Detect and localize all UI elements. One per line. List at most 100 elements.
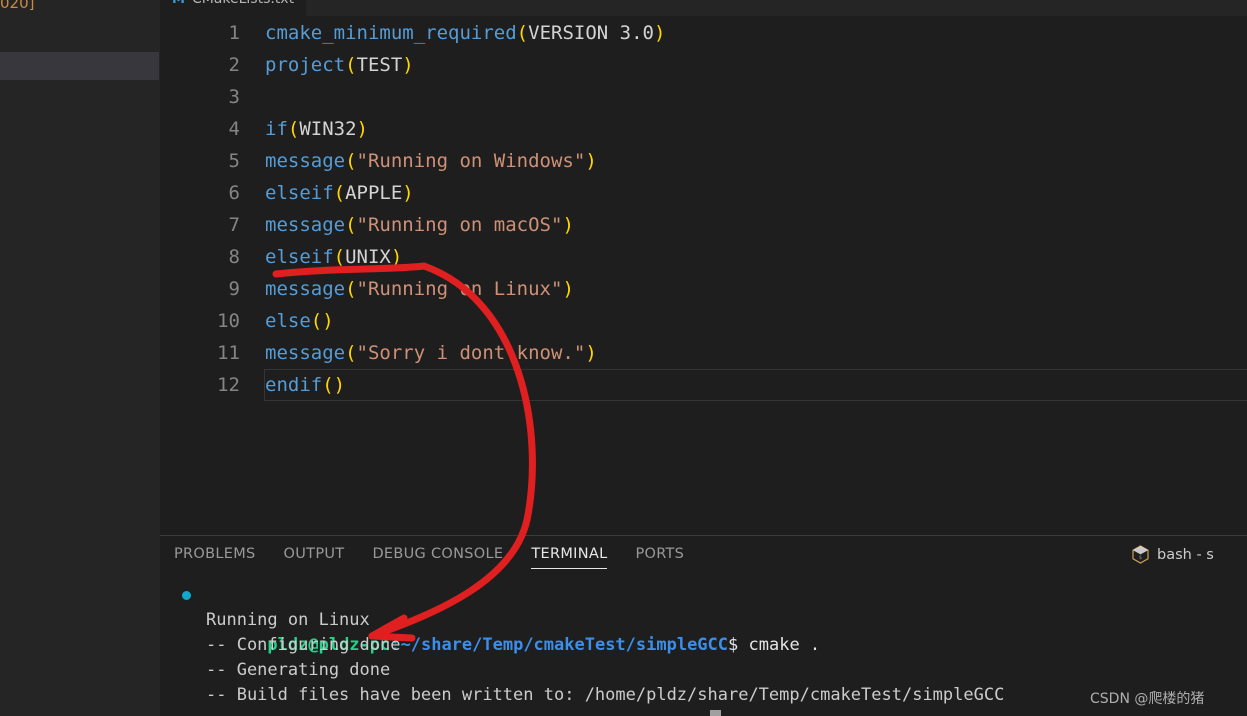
code-token: message [265, 278, 346, 300]
panel-tab-terminal[interactable]: TERMINAL [517, 536, 621, 573]
terminal-profile-label: bash - s [1157, 546, 1214, 563]
terminal-prompt-line: pldz@pldz-pc:~/share/Temp/cmakeTest/simp… [182, 583, 820, 655]
line-number: 3 [228, 86, 240, 108]
sidebar-cut-off-label: 020] [0, 0, 35, 12]
code-line-text: elseif(APPLE) [265, 177, 414, 209]
terminal-path: ~/share/Temp/cmakeTest/simpleGCC [400, 635, 729, 655]
code-token: ) [402, 182, 414, 204]
code-token: ) [562, 278, 574, 300]
editor-tab-label: CMakeLists.txt [192, 0, 294, 7]
editor-tab-cmakelists[interactable]: M CMakeLists.txt [160, 0, 307, 16]
sidebar[interactable]: 020] [0, 0, 160, 716]
command-status-dot [182, 591, 191, 600]
code-token: ( [333, 182, 346, 204]
terminal-dollar: $ [728, 635, 739, 655]
code-line[interactable]: 3 [160, 81, 1247, 113]
code-line[interactable]: 10 else() [160, 305, 1247, 337]
code-token: TEST [356, 54, 403, 76]
terminal-command: cmake . [738, 635, 821, 655]
terminal-cursor [710, 710, 721, 716]
line-number: 4 [228, 118, 240, 140]
line-number: 11 [217, 342, 240, 364]
panel-tab-ports[interactable]: PORTS [621, 536, 698, 573]
code-line[interactable]: 6 elseif(APPLE) [160, 177, 1247, 209]
code-token: "Running on macOS" [356, 214, 563, 236]
line-number: 7 [228, 214, 240, 236]
svg-text:$: $ [1139, 555, 1142, 561]
code-token: ) [390, 246, 403, 268]
code-token: ( [345, 342, 357, 364]
terminal-output[interactable]: pldz@pldz-pc:~/share/Temp/cmakeTest/simp… [182, 583, 1247, 716]
cmake-file-icon: M [172, 0, 185, 6]
line-number: 1 [228, 22, 240, 44]
terminal-output-line: -- Generating done [206, 660, 391, 680]
code-token: WIN32 [299, 118, 357, 140]
line-number: 8 [228, 246, 240, 268]
code-token: message [265, 342, 346, 364]
code-token: elseif [265, 246, 334, 268]
code-line-text: message("Running on Windows") [265, 145, 597, 177]
code-line-text: if(WIN32) [265, 113, 368, 145]
code-line[interactable]: 7 message("Running on macOS") [160, 209, 1247, 241]
code-token: endif [265, 374, 323, 396]
line-number: 5 [228, 150, 240, 172]
terminal-output-line: Running on Linux [206, 610, 370, 630]
code-line[interactable]: 9 message("Running on Linux") [160, 273, 1247, 305]
code-token: message [265, 214, 346, 236]
code-line[interactable]: 2 project(TEST) [160, 49, 1247, 81]
panel-tab-problems[interactable]: PROBLEMS [160, 536, 270, 573]
cube-icon: $ [1132, 545, 1149, 564]
code-line[interactable]: 5 message("Running on Windows") [160, 145, 1247, 177]
code-line-text: message("Running on macOS") [265, 209, 574, 241]
code-token: APPLE [345, 182, 403, 204]
code-line[interactable]: 1 cmake_minimum_required(VERSION 3.0) [160, 17, 1247, 49]
code-token: ( [287, 118, 300, 140]
line-number: 2 [228, 54, 240, 76]
code-token: ( [345, 150, 357, 172]
code-token: ) [356, 118, 368, 140]
code-token: ) [585, 150, 597, 172]
line-number: 6 [228, 182, 240, 204]
code-line-text: cmake_minimum_required(VERSION 3.0) [265, 17, 665, 49]
code-token: project [265, 54, 346, 76]
line-number: 9 [228, 278, 240, 300]
code-token: ( [345, 214, 357, 236]
code-token: else [265, 310, 311, 332]
code-token: ) [402, 54, 414, 76]
code-token: VERSION 3.0 [528, 22, 654, 44]
code-editor[interactable]: 1 cmake_minimum_required(VERSION 3.0) 2 pro… [160, 16, 1247, 535]
code-token: cmake_minimum_required [265, 22, 517, 44]
terminal-profile-selector[interactable]: $ bash - s [1132, 545, 1247, 564]
code-token: "Sorry i dont know." [356, 342, 586, 364]
code-token: ) [585, 342, 597, 364]
code-token: ( [516, 22, 529, 44]
code-line-text: project(TEST) [265, 49, 414, 81]
code-token: ( [345, 54, 357, 76]
panel-tab-debug-console[interactable]: DEBUG CONSOLE [358, 536, 517, 573]
terminal-output-line: -- Build files have been written to: /ho… [206, 685, 1005, 705]
code-line-text: endif() [265, 369, 345, 401]
code-line[interactable]: 8 elseif(UNIX) [160, 241, 1247, 273]
panel-tab-output[interactable]: OUTPUT [270, 536, 359, 573]
line-number: 12 [217, 374, 240, 396]
line-number: 10 [217, 310, 240, 332]
editor-tab-bar: M CMakeLists.txt [160, 0, 1247, 16]
sidebar-selected-row[interactable] [0, 52, 159, 80]
code-token: ( [333, 246, 346, 268]
code-token: if [265, 118, 288, 140]
code-token: ) [562, 214, 574, 236]
code-line[interactable]: 11 message("Sorry i dont know.") [160, 337, 1247, 369]
code-token: ( [345, 278, 357, 300]
bottom-panel: PROBLEMS OUTPUT DEBUG CONSOLE TERMINAL PORTS… [160, 535, 1247, 716]
code-line-text: elseif(UNIX) [265, 241, 402, 273]
code-token: () [310, 310, 334, 332]
panel-tab-bar: PROBLEMS OUTPUT DEBUG CONSOLE TERMINAL PORTS [160, 536, 1247, 573]
terminal-output-line: -- Configuring done [206, 635, 401, 655]
code-line-text: message("Sorry i dont know.") [265, 337, 597, 369]
code-token: "Running on Linux" [356, 278, 563, 300]
code-line[interactable]: 4 if(WIN32) [160, 113, 1247, 145]
code-token: UNIX [345, 246, 391, 268]
csdn-watermark: CSDN @爬楼的猪 [1090, 691, 1205, 707]
code-line[interactable]: 12 endif() [160, 369, 1247, 401]
code-token: () [322, 374, 346, 396]
